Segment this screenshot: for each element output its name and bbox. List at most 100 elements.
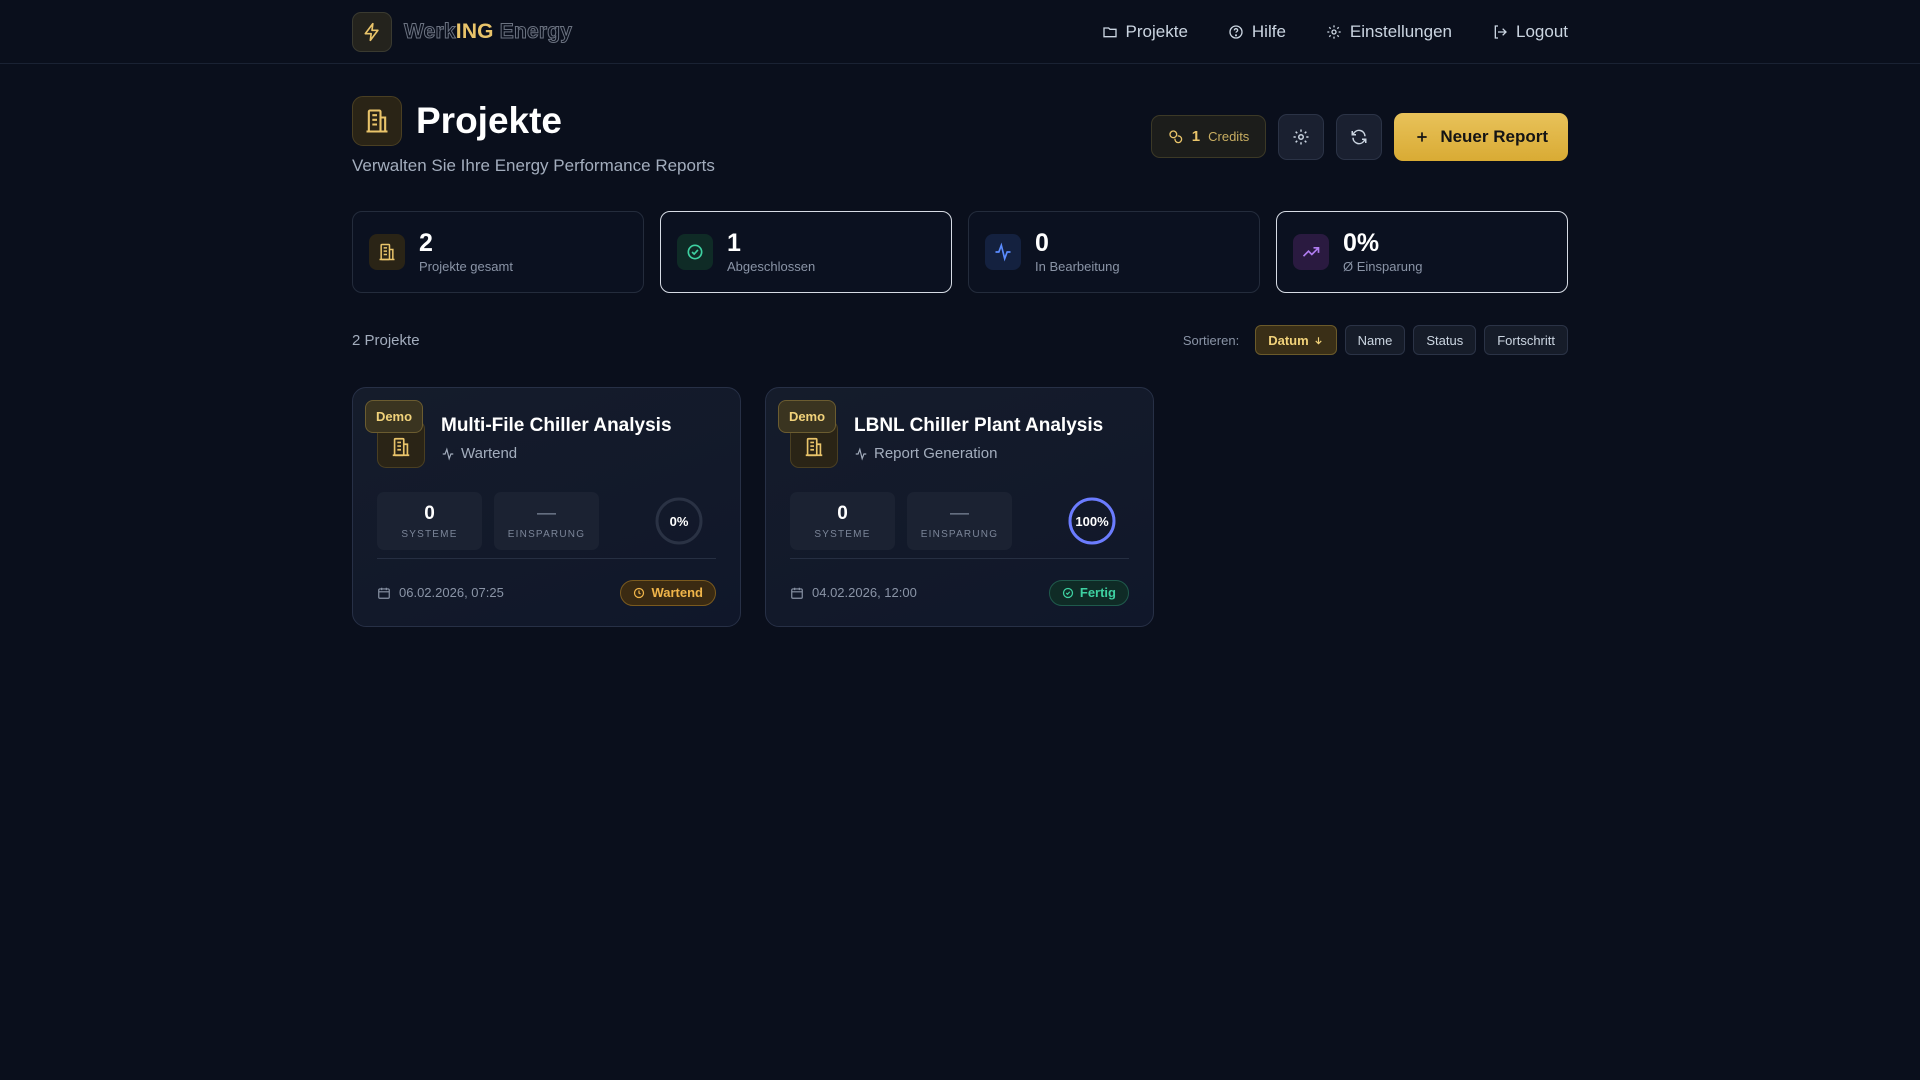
clock-icon (633, 587, 645, 599)
project-date: 06.02.2026, 07:25 (377, 585, 504, 600)
project-metrics: 0 SYSTEME — EINSPARUNG 100% (790, 492, 1129, 550)
stat-card-in-progress: 0 In Bearbeitung (968, 211, 1260, 293)
status-badge-text: Fertig (1079, 585, 1116, 600)
card-footer: 06.02.2026, 07:25 Wartend (377, 558, 716, 626)
sort-controls: Sortieren: Datum Name Status Fortschritt (1183, 325, 1568, 355)
stat-card-total: 2 Projekte gesamt (352, 211, 644, 293)
calendar-icon (790, 586, 804, 600)
sort-label: Sortieren: (1182, 332, 1240, 348)
brand[interactable]: WerkING Energy (352, 11, 572, 52)
sort-option-label: Fortschritt (1497, 332, 1555, 348)
metric-value: — (537, 502, 556, 524)
project-title: LBNL Chiller Plant Analysis (854, 415, 1104, 436)
project-status-text: Report Generation (874, 445, 998, 462)
list-header: 2 Projekte Sortieren: Datum Name Status … (352, 325, 1568, 355)
nav-einstellungen[interactable]: Einstellungen (1326, 22, 1452, 42)
project-status: Report Generation (854, 445, 1103, 462)
nav-logout[interactable]: Logout (1492, 22, 1568, 42)
metric-label: EINSPARUNG (920, 528, 999, 540)
project-status-text: Wartend (461, 445, 518, 462)
gear-icon (1292, 128, 1310, 146)
credits-label: Credits (1208, 129, 1250, 144)
top-navigation: WerkING Energy Projekte Hilfe Einstellun… (0, 0, 1920, 64)
progress-ring: 0% (654, 496, 704, 546)
metric-value: — (950, 502, 969, 524)
nav-projekte[interactable]: Projekte (1102, 22, 1188, 42)
metric-value: 0 (837, 502, 848, 524)
logout-icon (1492, 24, 1508, 40)
trending-up-icon (1293, 234, 1329, 270)
calendar-icon (377, 586, 391, 600)
lightning-icon (352, 11, 392, 52)
settings-button[interactable] (1278, 113, 1325, 160)
stat-label: Abgeschlossen (727, 259, 816, 275)
stat-label: In Bearbeitung (1035, 259, 1120, 275)
activity-icon (854, 446, 868, 461)
progress-ring: 100% (1067, 496, 1117, 546)
demo-badge: Demo (365, 400, 423, 433)
coins-icon (1168, 129, 1184, 145)
metric-savings: — EINSPARUNG (907, 492, 1012, 550)
metric-label: SYSTEME (401, 528, 458, 540)
nav-hilfe[interactable]: Hilfe (1228, 22, 1286, 42)
building-icon (352, 96, 402, 146)
stat-card-savings: 0% Ø Einsparung (1276, 211, 1568, 293)
metric-label: EINSPARUNG (507, 528, 586, 540)
refresh-icon (1350, 128, 1368, 146)
help-circle-icon (1228, 24, 1244, 40)
project-status: Wartend (441, 445, 672, 462)
sort-status-button[interactable]: Status (1413, 325, 1477, 355)
project-card[interactable]: LBNL Chiller Plant Analysis Report Gener… (765, 387, 1154, 627)
activity-icon (441, 446, 455, 461)
metric-value: 0 (424, 502, 435, 524)
status-badge: Fertig (1048, 579, 1129, 606)
page-title: Projekte (416, 100, 563, 141)
stat-label: Ø Einsparung (1343, 259, 1423, 275)
project-date: 04.02.2026, 12:00 (790, 585, 917, 600)
activity-icon (985, 234, 1021, 270)
sort-option-label: Name (1357, 332, 1393, 348)
project-title: Multi-File Chiller Analysis (441, 415, 672, 436)
metric-label: SYSTEME (814, 528, 871, 540)
sort-name-button[interactable]: Name (1344, 325, 1406, 355)
project-date-text: 06.02.2026, 07:25 (399, 585, 504, 600)
stat-value: 0 (1035, 228, 1049, 257)
demo-badge: Demo (778, 400, 836, 433)
stat-label: Projekte gesamt (419, 259, 513, 275)
project-card[interactable]: Multi-File Chiller Analysis Wartend Demo… (352, 387, 741, 627)
stat-value: 1 (727, 228, 741, 257)
nav-label: Einstellungen (1349, 21, 1452, 41)
nav-links: Projekte Hilfe Einstellungen Logout (1102, 22, 1568, 42)
project-grid: Multi-File Chiller Analysis Wartend Demo… (352, 387, 1154, 627)
stats-row: 2 Projekte gesamt 1 Abgeschlossen 0 In B… (352, 211, 1568, 293)
project-metrics: 0 SYSTEME — EINSPARUNG 0% (377, 492, 716, 550)
metric-systems: 0 SYSTEME (377, 492, 482, 550)
project-count: 2 Projekte (352, 331, 420, 349)
card-footer: 04.02.2026, 12:00 Fertig (790, 558, 1129, 626)
sort-fortschritt-button[interactable]: Fortschritt (1484, 325, 1568, 355)
new-report-button[interactable]: Neuer Report (1394, 112, 1568, 161)
arrow-down-icon (1313, 335, 1324, 346)
folder-icon (1102, 24, 1118, 40)
sort-option-label: Datum (1268, 332, 1309, 348)
status-badge: Wartend (620, 579, 716, 606)
check-circle-icon (1062, 587, 1074, 599)
progress-value: 0% (669, 513, 689, 529)
sort-option-label: Status (1426, 332, 1464, 348)
header-actions: 1 Credits Neuer Report (1150, 97, 1568, 176)
refresh-button[interactable] (1336, 113, 1383, 160)
gear-icon (1326, 24, 1342, 40)
sort-datum-button[interactable]: Datum (1255, 325, 1337, 355)
page-subtitle: Verwalten Sie Ihre Energy Performance Re… (352, 156, 715, 175)
credits-value: 1 (1191, 128, 1201, 145)
metric-systems: 0 SYSTEME (790, 492, 895, 550)
credits-indicator[interactable]: 1 Credits (1150, 115, 1267, 158)
status-badge-text: Wartend (651, 585, 703, 600)
nav-label: Logout (1516, 21, 1568, 41)
nav-label: Projekte (1125, 21, 1188, 41)
stat-value: 0% (1343, 228, 1380, 257)
metric-savings: — EINSPARUNG (494, 492, 599, 550)
new-report-label: Neuer Report (1440, 126, 1548, 146)
plus-icon (1414, 129, 1430, 145)
building-icon (369, 234, 405, 270)
